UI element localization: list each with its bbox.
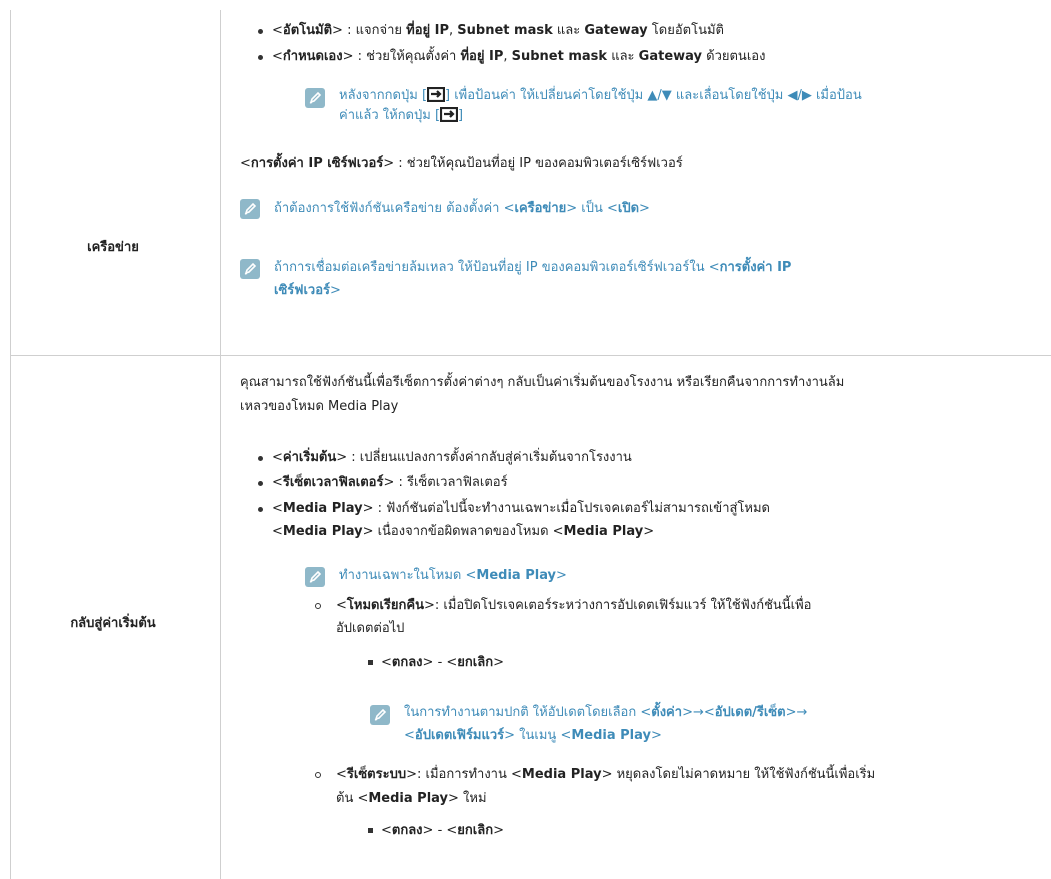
- bullet-dot: [258, 481, 263, 486]
- sub-bullet-circle: [315, 772, 321, 778]
- table-left-border: [10, 10, 11, 879]
- recovery-mode-item-line2: อัปเดตต่อไป: [336, 621, 405, 636]
- reset-default-item: <ค่าเริ่มต้น> : เปลี่ยนแปลงการตั้งค่ากลั…: [272, 450, 632, 465]
- system-reset-item-line2: ต้น <Media Play> ใหม่: [336, 791, 487, 806]
- server-ip-item: <การตั้งค่า IP เซิร์ฟเวอร์> : ช่วยให้คุณ…: [240, 156, 683, 171]
- reset-media-play-item-line2: <Media Play> เนื่องจากข้อผิดพลาดของโหมด …: [272, 524, 655, 539]
- sub-bullet-circle: [315, 603, 321, 609]
- square-bullet: [368, 660, 373, 665]
- reset-intro: คุณสามารถใช้ฟังก์ชันนี้เพื่อรีเซ็ตการตั้…: [240, 375, 845, 390]
- recovery-options: <ตกลง> - <ยกเลิก>: [381, 655, 504, 670]
- table-row-divider: [10, 355, 1051, 356]
- reset-media-play-item: <Media Play> : ฟังก์ชันต่อไปนี้จะทำงานเฉ…: [272, 501, 770, 516]
- enter-button-icon: [427, 87, 446, 102]
- square-bullet: [368, 828, 373, 833]
- network-auto-item: <อัตโนมัติ> : แจกจ่าย ที่อยู่ IP, Subnet…: [272, 23, 724, 38]
- note-normal-update: ในการทำงานตามปกติ ให้อัปเดตโดยเลือก <ตั้…: [404, 705, 808, 720]
- note-enter-values: หลังจากกดปุ่ม [] เพื่อป้อนค่า ให้เปลี่ยน…: [339, 87, 862, 103]
- reset-intro-line2: เหลวของโหมด Media Play: [240, 399, 399, 414]
- bullet-dot: [258, 507, 263, 512]
- note-media-play-only: ทำงานเฉพาะในโหมด <Media Play>: [339, 568, 567, 583]
- note-enter-values-line2: ค่าแล้ว ให้กดปุ่ม []: [339, 107, 464, 123]
- network-manual-item: <กำหนดเอง> : ช่วยให้คุณตั้งค่า ที่อยู่ I…: [272, 49, 766, 64]
- note-pencil-icon: [370, 705, 390, 725]
- note-normal-update-line2: <อัปเดตเฟิร์มแวร์> ในเมนู <Media Play>: [404, 728, 662, 743]
- bullet-dot: [258, 55, 263, 60]
- row-label-reset: กลับสู่ค่าเริ่มต้น: [70, 616, 156, 631]
- note-connection-failed: ถ้าการเชื่อมต่อเครือข่ายล้มเหลว ให้ป้อนท…: [274, 260, 792, 275]
- row-label-network: เครือข่าย: [87, 240, 139, 255]
- note-connection-failed-line2: เซิร์ฟเวอร์>: [274, 283, 341, 298]
- table-column-divider: [220, 10, 221, 879]
- system-reset-options: <ตกลง> - <ยกเลิก>: [381, 823, 504, 838]
- note-pencil-icon: [240, 199, 260, 219]
- note-pencil-icon: [305, 567, 325, 587]
- reset-filter-time-item: <รีเซ็ตเวลาฟิลเตอร์> : รีเซ็ตเวลาฟิลเตอร…: [272, 475, 508, 490]
- bullet-dot: [258, 456, 263, 461]
- note-pencil-icon: [240, 259, 260, 279]
- note-network-on: ถ้าต้องการใช้ฟังก์ชันเครือข่าย ต้องตั้งค…: [274, 201, 650, 216]
- bullet-dot: [258, 29, 263, 34]
- enter-button-icon: [440, 107, 459, 122]
- recovery-mode-item: <โหมดเรียกคืน>: เมื่อปิดโปรเจคเตอร์ระหว่…: [336, 598, 812, 613]
- system-reset-item: <รีเซ็ตระบบ>: เมื่อการทำงาน <Media Play>…: [336, 767, 876, 782]
- note-pencil-icon: [305, 88, 325, 108]
